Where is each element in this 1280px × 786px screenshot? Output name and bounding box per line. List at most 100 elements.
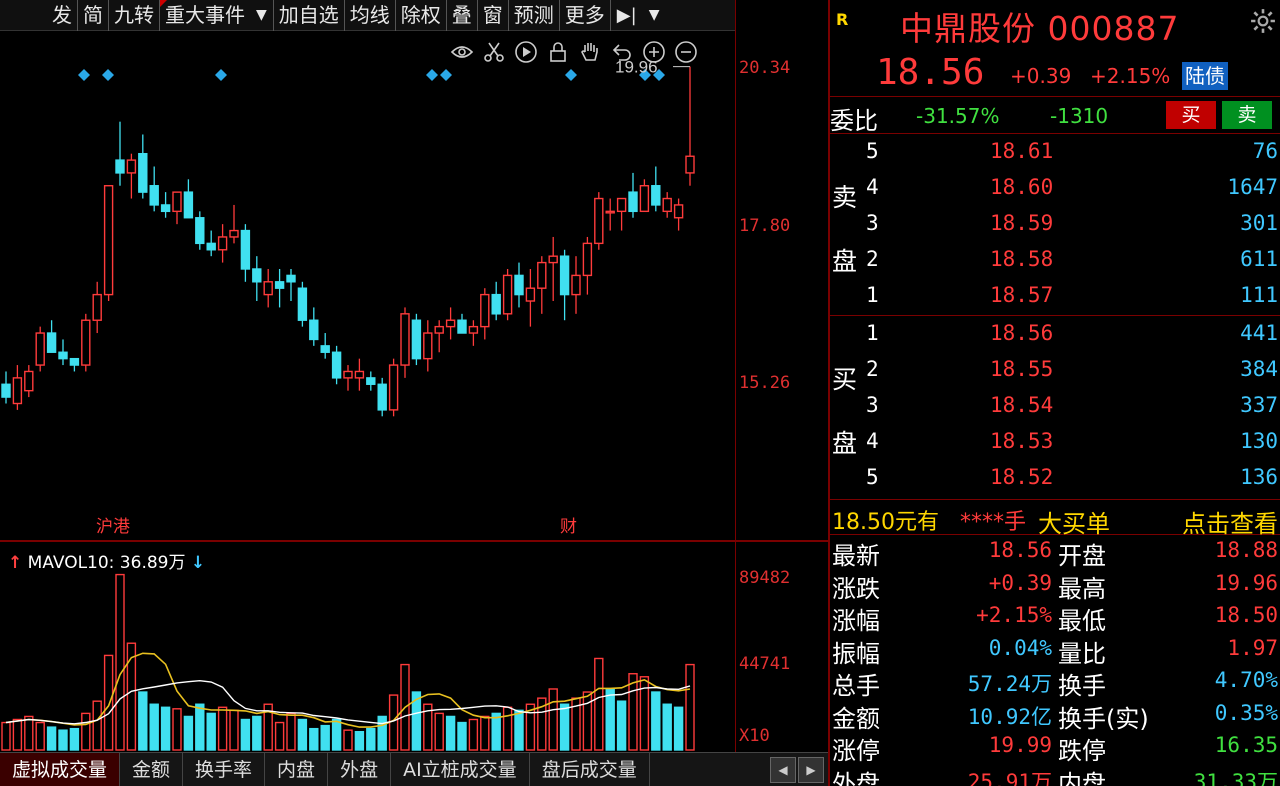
tab-amount[interactable]: 金额 [120,752,184,786]
toolbar-item-moving-average[interactable]: 均线 [343,0,395,31]
price-axis: 20.34 17.80 15.26 [735,0,828,540]
buy-button[interactable]: 买 [1166,101,1216,129]
ask-row[interactable]: 3 18.59 301 [830,208,1280,244]
ask-row[interactable]: 2 18.58 611 [830,244,1280,280]
volume-bar [195,703,205,751]
last-price: 18.56 [876,52,985,93]
candle-body [366,377,376,385]
volume-bar [673,706,684,751]
bid-row[interactable]: 1 18.56 441 [830,318,1280,354]
tab-inner[interactable]: 内盘 [265,752,329,786]
lugu-badge[interactable]: 陆债 [1182,62,1228,90]
toolbar-item-add-watchlist[interactable]: 加自选 [272,0,344,31]
chevron-down-icon[interactable]: ▼ [643,0,666,31]
volume-bar [468,718,479,751]
candle-body [58,351,68,360]
view-big-order-link[interactable]: 点击查看 [1182,504,1278,539]
chevron-down-icon[interactable]: ▼ [250,0,273,31]
tab-after-hours-volume[interactable]: 盘后成交量 [530,752,650,786]
toolbar-item-simple[interactable]: 简 [77,0,108,31]
volume-chart[interactable] [0,542,735,752]
stats-row: 金额 10.92亿 换手(实) 0.35% [830,699,1280,733]
volume-bar [548,688,558,751]
volume-bar [480,715,490,751]
volume-bar [662,703,672,751]
volume-bar [92,700,102,751]
volume-bar [1,721,11,751]
tab-ai-volume[interactable]: AI立桩成交量 [391,752,530,786]
collapse-right-icon[interactable]: ▶| [609,0,643,31]
big-order-row[interactable]: 18.50元有 ****手 大买单 点击查看 [830,499,1280,538]
bid-row[interactable]: 3 18.54 337 [830,390,1280,426]
ask-qty: 111 [1240,283,1278,307]
stat-label: 换手(实) [1058,704,1149,733]
candle-body [286,274,296,283]
tab-turnover[interactable]: 换手率 [183,752,266,786]
candle-body [217,236,228,251]
sell-button[interactable]: 卖 [1222,101,1272,129]
volume-bar [309,727,319,751]
ask-row[interactable]: 1 18.57 111 [830,280,1280,316]
toolbar-item-nine-turn[interactable]: 九转 [108,0,159,31]
candle-body [160,204,171,213]
candle-body [183,191,194,219]
order-diff-value: -1310 [1050,104,1109,128]
volume-bar [183,715,194,751]
tab-outer[interactable]: 外盘 [328,752,392,786]
bid-row[interactable]: 5 18.52 136 [830,462,1280,498]
level: 2 [866,357,879,381]
candle-body [594,197,604,245]
candle-body [377,383,387,411]
price-change-pct: +2.15% [1090,64,1171,88]
stat-value: 18.50 [1214,603,1278,627]
toolbar-item-more[interactable]: 更多 [558,0,610,31]
stat-value: +2.15% [976,603,1052,627]
indicator-tabs: 虚拟成交量 金额 换手率 内盘 外盘 AI立桩成交量 盘后成交量 ◀ ▶ [0,752,828,786]
bid-row[interactable]: 4 18.53 130 [830,426,1280,462]
volume-bar [445,715,456,751]
bid-qty: 136 [1240,465,1278,489]
stat-value: 18.88 [1214,538,1278,562]
tab-virtual-volume[interactable]: 虚拟成交量 [0,752,121,786]
volume-bar [559,703,570,751]
quote-header: R 中鼎股份 000887 18.56 +0.39 +2.15% 陆债 [830,0,1280,96]
level: 3 [866,211,879,235]
toolbar-item-overlay[interactable]: 叠 [445,0,477,31]
scroll-left-icon[interactable]: ◀ [770,756,796,783]
bid-qty: 337 [1240,393,1278,417]
candle-body [263,281,273,296]
ask-row[interactable]: 4 18.60 1647 [830,172,1280,208]
candlestick-chart[interactable]: 19.96 沪港 财 [0,32,735,538]
scroll-right-icon[interactable]: ▶ [798,756,824,783]
candle-body [115,159,125,174]
stat-value: 19.96 [1214,570,1278,595]
stat-label: 涨停 [832,737,880,765]
toolbar-item-forecast[interactable]: 预测 [507,0,559,31]
toolbar-item-publish[interactable]: 发 [0,0,77,31]
quote-panel: R 中鼎股份 000887 18.56 +0.39 +2.15% 陆债 委比 -… [828,0,1280,786]
volume-bar [217,706,228,751]
bid-row[interactable]: 2 18.55 384 [830,354,1280,390]
volume-bar [115,573,125,751]
volume-bar [229,709,239,751]
volume-bar [594,657,604,751]
level: 5 [866,465,879,489]
ask-qty: 611 [1240,247,1278,271]
volume-bar [149,703,159,751]
ask-row[interactable]: 5 18.61 76 [830,136,1280,172]
price-change: +0.39 [1010,64,1072,88]
toolbar-item-ex-rights[interactable]: 除权 [394,0,446,31]
arrow-up-icon: ↑ [8,553,23,573]
volume-axis-label: 89482 [739,568,791,588]
stat-label: 总手 [832,672,880,700]
toolbar-item-window[interactable]: 窗 [476,0,508,31]
candle-body [445,319,456,328]
r-badge: R [836,10,849,29]
gear-icon[interactable] [1250,8,1276,34]
toolbar-item-major-events[interactable]: 重大事件 [159,0,250,31]
candle-body [662,197,672,213]
candle-body [149,185,159,206]
volume-bar [343,729,353,751]
candle-body [274,281,285,289]
candle-body [252,268,262,283]
